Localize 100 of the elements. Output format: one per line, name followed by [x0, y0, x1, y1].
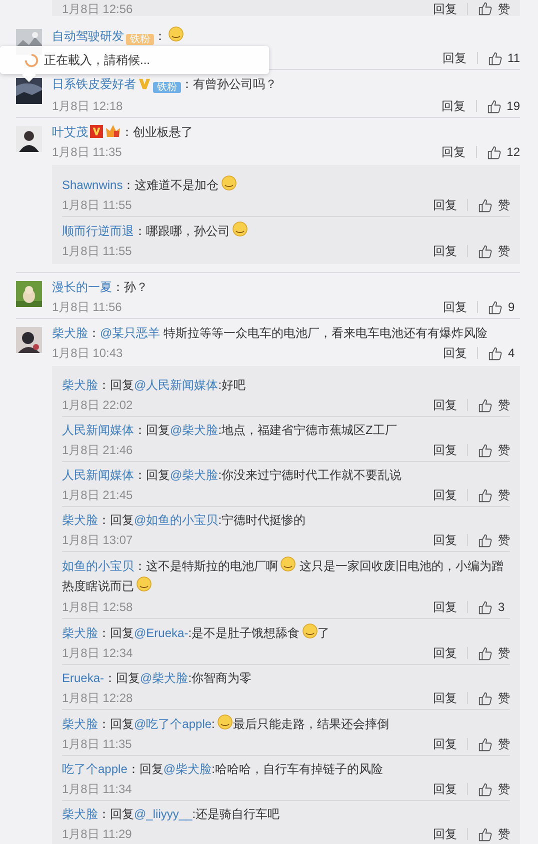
like-count: 赞: [498, 397, 510, 414]
thumbs-up-icon[interactable]: [486, 144, 502, 160]
reply-link[interactable]: 回复: [443, 298, 467, 316]
like-count: 11: [508, 50, 520, 67]
spinner-icon: [24, 52, 39, 68]
username-link[interactable]: 日系铁皮爱好者: [52, 77, 136, 91]
thumbs-up-icon[interactable]: [488, 300, 503, 314]
username-link[interactable]: 柴犬脸: [62, 626, 98, 640]
username-link[interactable]: 人民新闻媒体: [62, 423, 134, 437]
reply-link[interactable]: 回复: [433, 531, 457, 549]
comment-text: 漫长的一夏：孙？: [52, 279, 149, 296]
reply-link[interactable]: 回复: [433, 486, 457, 504]
like-count: 赞: [498, 487, 510, 504]
reply-link[interactable]: 回复: [433, 689, 457, 707]
like-count: 9: [508, 299, 516, 316]
like-count: 赞: [498, 532, 510, 549]
username-link[interactable]: 柴犬脸: [52, 326, 88, 340]
mention-link[interactable]: @柴犬脸: [170, 423, 218, 437]
comment-text: 柴犬脸：回复@Erueka-:是不是肚子饿想舔食 了: [62, 623, 510, 642]
reply-link[interactable]: 回复: [433, 825, 457, 843]
username-link[interactable]: 人民新闻媒体: [62, 468, 134, 482]
reply-link[interactable]: 回复: [433, 644, 457, 662]
username-link[interactable]: 柴犬脸: [62, 717, 98, 731]
comment-text: 柴犬脸：@某只恶羊 特斯拉等等一众电车的电池厂，看来电车电池还有有爆炸风险: [52, 325, 489, 342]
username-link[interactable]: 叶艾茂: [52, 125, 88, 139]
username-link[interactable]: 如鱼的小宝贝: [62, 559, 134, 573]
comment-text: 如鱼的小宝贝：这不是特斯拉的电池厂啊 这只是一家回收废旧电池的，小编为蹭热度瞎说而已: [62, 556, 510, 596]
username-link[interactable]: 柴犬脸: [62, 378, 98, 392]
comment-text: Shawnwins：这难道不是加仓: [62, 175, 510, 194]
username-link[interactable]: 自动驾驶研发: [52, 29, 124, 43]
loading-text: 正在載入，請稍候...: [44, 52, 150, 68]
thumbs-up-icon[interactable]: [478, 488, 493, 502]
mention-link[interactable]: @人民新闻媒体: [134, 378, 218, 392]
username-link[interactable]: 柴犬脸: [62, 513, 98, 527]
timestamp: 1月8日 11:56: [52, 299, 122, 316]
comment-text: 柴犬脸：回复@吃了个apple: 最后只能走路，结果还会摔倒: [62, 714, 510, 733]
emoji-icon: [220, 175, 237, 191]
thumbs-up-icon[interactable]: [478, 600, 493, 614]
mention-link[interactable]: @_liiyyy__: [134, 807, 192, 821]
thumbs-up-icon[interactable]: [488, 346, 503, 360]
reply-link[interactable]: 回复: [442, 143, 466, 161]
timestamp: 1月8日 10:43: [52, 345, 123, 362]
timestamp: 1月8日 12:18: [52, 98, 123, 115]
like-count: 赞: [498, 690, 510, 707]
thumbs-up-icon[interactable]: [478, 532, 493, 548]
thumbs-up-icon[interactable]: [478, 1, 493, 16]
username-link[interactable]: 吃了个apple: [62, 762, 128, 776]
mention-link[interactable]: @Erueka-: [134, 626, 188, 640]
comment-text: Erueka-：回复@柴犬脸:你智商为零: [62, 670, 253, 687]
thumbs-up-icon[interactable]: [478, 782, 493, 796]
thumbs-up-icon[interactable]: [478, 442, 493, 458]
thumbs-up-icon[interactable]: [478, 198, 493, 212]
like-count: 4: [508, 345, 516, 362]
reply-link[interactable]: 回复: [433, 396, 457, 414]
username-link[interactable]: 漫长的一夏: [52, 280, 112, 294]
reply-link[interactable]: 回复: [443, 344, 467, 362]
reply-link[interactable]: 回复: [433, 598, 457, 616]
reply-link[interactable]: 回复: [442, 49, 467, 67]
mention-link[interactable]: @某只恶羊: [100, 326, 160, 340]
timestamp: 1月8日 11:34: [62, 781, 132, 798]
like-count: 12: [506, 144, 520, 161]
timestamp: 1月8日 21:46: [62, 442, 133, 459]
comment-text: 柴犬脸：回复@如鱼的小宝贝:宁德时代挺惨的: [62, 512, 307, 529]
verified-icon: [138, 77, 151, 90]
like-count: 赞: [498, 736, 510, 753]
thumbs-up-icon[interactable]: [478, 826, 493, 842]
reply-link[interactable]: 回复: [433, 196, 457, 214]
thumbs-up-icon[interactable]: [478, 244, 493, 258]
thumbs-up-icon[interactable]: [486, 98, 502, 114]
username-link[interactable]: 柴犬脸: [62, 807, 98, 821]
thumbs-up-icon[interactable]: [478, 736, 493, 752]
fan-badge: 铁粉: [126, 34, 154, 45]
username-link[interactable]: 顺而行逆而退: [62, 224, 134, 238]
timestamp: 1月8日 11:35: [62, 736, 132, 753]
like-count: 赞: [498, 243, 510, 260]
thumbs-up-icon[interactable]: [478, 690, 493, 706]
thumbs-up-icon[interactable]: [488, 50, 503, 66]
reply-link[interactable]: 回复: [433, 735, 457, 753]
thumbs-up-icon[interactable]: [478, 646, 493, 660]
thumbs-up-icon[interactable]: [478, 398, 493, 412]
reply-link[interactable]: 回复: [433, 242, 457, 260]
mention-link[interactable]: @柴犬脸: [163, 762, 212, 776]
reply-link[interactable]: 回复: [433, 441, 457, 459]
emoji-icon: [168, 26, 184, 42]
mention-link[interactable]: @柴犬脸: [170, 468, 218, 482]
mention-link[interactable]: @吃了个apple: [134, 717, 212, 731]
timestamp: 1月8日 12:56: [62, 2, 133, 16]
reply-link[interactable]: 回复: [442, 97, 466, 115]
mention-link[interactable]: @柴犬脸: [140, 671, 188, 685]
username-link[interactable]: Erueka-: [62, 671, 104, 685]
reply-link[interactable]: 回复: [433, 2, 457, 16]
verified-icon: [90, 125, 103, 138]
mention-link[interactable]: @如鱼的小宝贝: [134, 513, 218, 527]
timestamp: 1月8日 22:02: [62, 397, 133, 414]
timestamp: 1月8日 11:29: [62, 826, 132, 843]
username-link[interactable]: Shawnwins: [62, 178, 123, 192]
emoji-icon: [302, 623, 318, 639]
timestamp: 1月8日 12:58: [62, 599, 133, 616]
timestamp: 1月8日 11:55: [62, 243, 132, 260]
reply-link[interactable]: 回复: [433, 780, 457, 798]
